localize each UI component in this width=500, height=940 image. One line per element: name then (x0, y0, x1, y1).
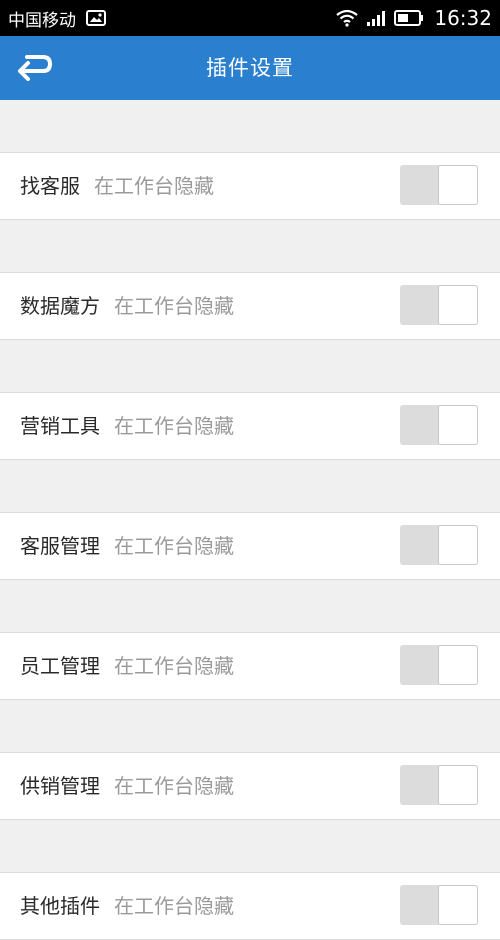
picture-icon (86, 10, 106, 26)
plugin-name: 员工管理 (20, 654, 100, 678)
toggle-knob (438, 765, 478, 805)
plugin-row-find-service: 找客服 在工作台隐藏 (0, 152, 500, 220)
plugin-hint: 在工作台隐藏 (114, 654, 234, 678)
plugin-name: 营销工具 (20, 414, 100, 438)
section-gap (0, 340, 500, 392)
plugin-label: 营销工具 在工作台隐藏 (20, 393, 234, 459)
status-bar: 中国移动 16:32 (0, 0, 500, 36)
plugin-hint: 在工作台隐藏 (114, 294, 234, 318)
carrier-name: 中国移动 (8, 10, 76, 31)
section-gap (0, 580, 500, 632)
plugin-hint: 在工作台隐藏 (114, 894, 234, 918)
plugin-hint: 在工作台隐藏 (94, 174, 214, 198)
section-gap (0, 700, 500, 752)
plugin-name: 找客服 (20, 174, 80, 198)
plugin-label: 客服管理 在工作台隐藏 (20, 513, 234, 579)
plugin-row-staff-management: 员工管理 在工作台隐藏 (0, 632, 500, 700)
plugin-label: 供销管理 在工作台隐藏 (20, 753, 234, 819)
status-right: 16:32 (336, 0, 492, 36)
section-gap (0, 100, 500, 152)
plugin-label: 员工管理 在工作台隐藏 (20, 633, 234, 699)
plugin-row-other-plugins: 其他插件 在工作台隐藏 (0, 872, 500, 940)
plugin-settings-list: 找客服 在工作台隐藏 数据魔方 在工作台隐藏 营销工具 在工作台隐藏 客服管理 在工作台… (0, 100, 500, 940)
status-left: 中国移动 (8, 0, 106, 36)
plugin-hint: 在工作台隐藏 (114, 534, 234, 558)
plugin-label: 数据魔方 在工作台隐藏 (20, 273, 234, 339)
plugin-hint: 在工作台隐藏 (114, 774, 234, 798)
section-gap (0, 820, 500, 872)
plugin-row-service-management: 客服管理 在工作台隐藏 (0, 512, 500, 580)
toggle-knob (438, 405, 478, 445)
plugin-hint: 在工作台隐藏 (114, 414, 234, 438)
toggle-knob (438, 165, 478, 205)
hide-toggle[interactable] (400, 885, 478, 925)
hide-toggle[interactable] (400, 765, 478, 805)
toggle-knob (438, 525, 478, 565)
plugin-name: 客服管理 (20, 534, 100, 558)
toggle-knob (438, 885, 478, 925)
plugin-row-data-cube: 数据魔方 在工作台隐藏 (0, 272, 500, 340)
hide-toggle[interactable] (400, 525, 478, 565)
plugin-row-marketing-tools: 营销工具 在工作台隐藏 (0, 392, 500, 460)
toggle-knob (438, 645, 478, 685)
plugin-name: 数据魔方 (20, 294, 100, 318)
plugin-name: 供销管理 (20, 774, 100, 798)
hide-toggle[interactable] (400, 285, 478, 325)
page-title: 插件设置 (206, 56, 294, 80)
hide-toggle[interactable] (400, 645, 478, 685)
hide-toggle[interactable] (400, 405, 478, 445)
toggle-knob (438, 285, 478, 325)
clock: 16:32 (434, 6, 492, 30)
plugin-name: 其他插件 (20, 894, 100, 918)
section-gap (0, 220, 500, 272)
plugin-row-supply-management: 供销管理 在工作台隐藏 (0, 752, 500, 820)
hide-toggle[interactable] (400, 165, 478, 205)
wifi-icon (336, 9, 359, 27)
battery-icon (394, 10, 424, 26)
section-gap (0, 460, 500, 512)
plugin-label: 找客服 在工作台隐藏 (20, 153, 214, 219)
header-bar: 插件设置 (0, 36, 500, 100)
plugin-label: 其他插件 在工作台隐藏 (20, 873, 234, 939)
signal-icon (366, 9, 386, 27)
